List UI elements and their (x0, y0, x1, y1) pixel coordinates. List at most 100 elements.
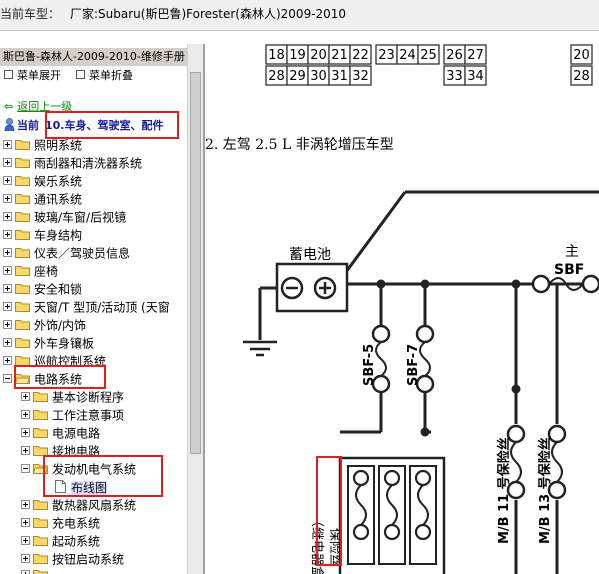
battery-label: 蓄电池 (289, 247, 331, 263)
fuse-relay-box (338, 456, 446, 574)
expand-icon[interactable] (21, 428, 30, 437)
expand-icon[interactable] (3, 284, 12, 293)
highlight-circuit-system (14, 365, 106, 389)
collapse-icon[interactable] (3, 374, 12, 383)
tree-item-trim[interactable]: 外饰/内饰 (3, 316, 86, 334)
folder-icon (15, 266, 30, 276)
tree-item-safety-locks[interactable]: 安全和锁 (3, 280, 82, 298)
tree-item-label: 雨刮器和清洗器系统 (34, 156, 143, 171)
mb13-label: M/B 13 号保险丝 (537, 437, 553, 544)
sbf5-label: SBF-5 (362, 344, 377, 386)
tree-item-glass[interactable]: 玻璃/车窗/后视镜 (3, 208, 126, 226)
ground-icon (243, 340, 277, 357)
folder-icon (15, 302, 30, 312)
expand-icon[interactable] (3, 356, 12, 365)
expand-icon[interactable] (3, 140, 12, 149)
tree-item-label: 充电系统 (52, 516, 101, 531)
tree-item-instruments[interactable]: 仪表／驾驶员信息 (3, 244, 130, 262)
expand-icon[interactable] (3, 320, 12, 329)
expand-icon[interactable] (3, 266, 12, 275)
tree-item-label: 按钮启动系统 (52, 552, 125, 567)
back-arrow-icon: ⇦ (4, 100, 14, 113)
tree-item-work-precautions[interactable]: 工作注意事项 (21, 406, 124, 424)
left-nav-panel: 斯巴鲁-森林人-2009-2010-维修手册 菜单展开 菜单折叠 ⇦ 返回上一级 … (0, 44, 203, 574)
expand-icon[interactable] (21, 446, 30, 455)
main-fuse-label: 主 (565, 244, 579, 260)
expand-icon[interactable] (3, 338, 12, 347)
expand-icon[interactable] (21, 518, 30, 527)
tree-item-charging[interactable]: 充电系统 (21, 514, 100, 532)
expand-icon[interactable] (21, 554, 30, 563)
current-model-value: 厂家:Subaru(斯巴鲁)Forester(森林人)2009-2010 (70, 7, 347, 21)
tree-item-label: 外车身镶板 (34, 336, 95, 351)
scrollbar-thumb[interactable] (190, 72, 201, 454)
folder-icon (15, 140, 30, 150)
tree-item-label: 散热器风扇系统 (52, 498, 137, 513)
main-sbf-fuse (531, 274, 599, 294)
expand-icon[interactable] (3, 230, 12, 239)
highlight-fuse-box (316, 456, 342, 566)
folder-icon (33, 536, 48, 546)
folder-icon (15, 176, 30, 186)
folder-icon (33, 500, 48, 510)
content-pane: 18 19 20 21 22 23 24 25 26 27 28 29 30 31 32 33 34 20 28 2… (205, 44, 599, 574)
circuit-diagram: 蓄电池 主 SBF SBF-5 SBF-7 保险丝 （继电器盒） M/B 11 … (243, 190, 599, 574)
folder-icon (33, 428, 48, 438)
tree-item-radiator-fan[interactable]: 散热器风扇系统 (21, 496, 136, 514)
tree-item-partial[interactable] (21, 566, 52, 574)
expand-icon[interactable] (3, 158, 12, 167)
expand-icon[interactable] (3, 176, 12, 185)
expand-icon[interactable] (3, 212, 12, 221)
expand-icon[interactable] (3, 248, 12, 257)
main-sbf-label: SBF (554, 262, 584, 278)
tree-item-communication[interactable]: 通讯系统 (3, 190, 82, 208)
tree-item-body-structure[interactable]: 车身结构 (3, 226, 82, 244)
expand-all-button[interactable]: 菜单展开 (4, 68, 61, 84)
expand-icon[interactable] (3, 194, 12, 203)
sbf7-label: SBF-7 (406, 344, 421, 386)
tree-item-starting[interactable]: 起动系统 (21, 532, 100, 550)
collapse-icon[interactable] (21, 464, 30, 473)
highlight-current-section (45, 111, 179, 139)
tree-item-label: 照明系统 (34, 138, 83, 153)
manual-title: 斯巴鲁-森林人-2009-2010-维修手册 (0, 48, 190, 66)
tree-item-label: 电源电路 (52, 426, 101, 441)
collapse-all-button[interactable]: 菜单折叠 (76, 68, 133, 84)
mb11-label: M/B 11 号保险丝 (496, 437, 512, 544)
expand-all-label: 菜单展开 (17, 69, 61, 82)
expand-icon[interactable] (21, 392, 30, 401)
folder-icon (15, 212, 30, 222)
folder-icon (15, 320, 30, 330)
tree-item-entertainment[interactable]: 娱乐系统 (3, 172, 82, 190)
tree-item-basic-diagnosis[interactable]: 基本诊断程序 (21, 388, 124, 406)
tree-item-wiper[interactable]: 雨刮器和清洗器系统 (3, 154, 142, 172)
current-model-text: 当前车型： 厂家:Subaru(斯巴鲁)Forester(森林人)2009-201… (0, 6, 346, 22)
expand-icon[interactable] (21, 500, 30, 509)
tree-item-label: 工作注意事项 (52, 408, 125, 423)
tree-item-label: 仪表／驾驶员信息 (34, 246, 131, 261)
expand-icon[interactable] (21, 570, 30, 574)
expand-icon[interactable] (21, 410, 30, 419)
folder-icon (15, 248, 30, 258)
tree-item-seats[interactable]: 座椅 (3, 262, 58, 280)
top-bar: 当前车型： 厂家:Subaru(斯巴鲁)Forester(森林人)2009-201… (0, 0, 599, 31)
tree-item-label: 天窗/T 型顶/活动顶 (天窗 (34, 300, 170, 315)
expand-icon[interactable] (3, 302, 12, 311)
collapse-all-icon (76, 70, 85, 79)
expand-all-icon (4, 70, 13, 79)
folder-icon (33, 554, 48, 564)
menu-controls: 菜单展开 菜单折叠 (0, 68, 187, 84)
battery-symbol (275, 262, 349, 313)
folder-icon (15, 230, 30, 240)
tree-item-label: 起动系统 (52, 534, 101, 549)
tree-item-power-circuit[interactable]: 电源电路 (21, 424, 100, 442)
expand-icon[interactable] (21, 536, 30, 545)
folder-icon (33, 392, 48, 402)
tree-item-exterior-panels[interactable]: 外车身镶板 (3, 334, 94, 352)
folder-icon (15, 338, 30, 348)
left-scrollbar[interactable] (187, 44, 203, 574)
folder-icon (33, 570, 48, 574)
tree-item-lighting[interactable]: 照明系统 (3, 136, 82, 154)
tree-item-sunroof[interactable]: 天窗/T 型顶/活动顶 (天窗 (3, 298, 170, 316)
tree-item-label: 外饰/内饰 (34, 318, 87, 333)
